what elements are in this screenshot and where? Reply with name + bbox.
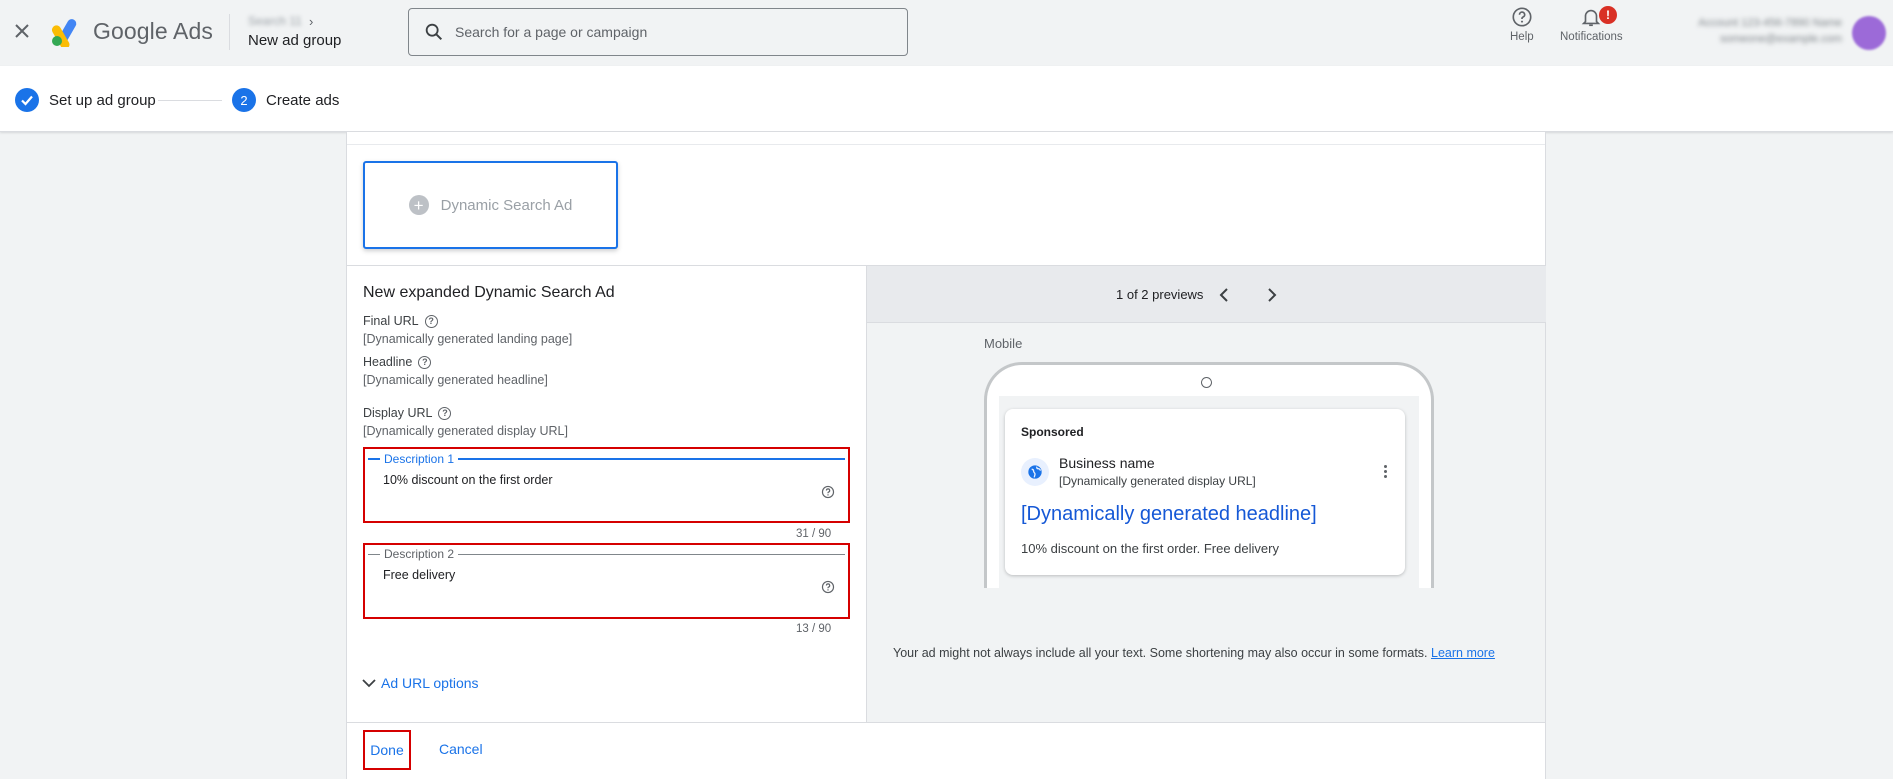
step-label: Create ads (266, 91, 340, 109)
step-create-ads[interactable]: 2 Create ads (232, 88, 339, 112)
display-url-value: [Dynamically generated display URL] (363, 424, 568, 438)
help-icon[interactable]: ? (424, 314, 438, 328)
avatar[interactable] (1852, 16, 1886, 50)
check-icon (15, 88, 39, 112)
help-icon[interactable] (821, 580, 835, 597)
account-breadcrumb[interactable]: Search 11 (248, 14, 302, 28)
stepper: Set up ad group 2 Create ads (0, 66, 1893, 132)
ad-url-options-toggle[interactable]: Ad URL options (361, 675, 479, 691)
ad-description: 10% discount on the first order. Free de… (1021, 541, 1279, 556)
form-title: New expanded Dynamic Search Ad (363, 284, 615, 301)
preview-note: Your ad might not always include all you… (893, 646, 1495, 660)
notifications-button[interactable]: ! Notifications (1560, 6, 1623, 43)
device-label: Mobile (984, 336, 1023, 351)
ad-headline: [Dynamically generated headline] (1021, 503, 1317, 525)
search-bar[interactable] (408, 8, 908, 56)
account-info[interactable]: Account 123-456-7890 Name someone@exampl… (1662, 15, 1842, 47)
preview-header: 1 of 2 previews (867, 266, 1546, 323)
business-name: Business name (1059, 455, 1155, 471)
description-1-outline: Description 1 10% discount on the first … (368, 452, 845, 516)
step-set-up-ad-group[interactable]: Set up ad group (15, 88, 156, 112)
chevron-right-icon[interactable] (1262, 285, 1282, 305)
ad-type-label: Dynamic Search Ad (440, 196, 573, 214)
help-icon[interactable]: ? (418, 355, 432, 369)
step-number: 2 (232, 88, 256, 112)
step-label: Set up ad group (49, 91, 156, 109)
chevron-down-icon (362, 679, 376, 688)
done-highlight: Done (363, 730, 411, 770)
description-2-label: Description 2 (380, 547, 459, 561)
close-icon[interactable] (10, 19, 34, 43)
final-url-label: Final URL? (363, 314, 438, 328)
chevron-right-icon: › (309, 14, 314, 29)
phone-screen: Sponsored Business name [Dynamically gen… (999, 396, 1419, 588)
step-connector (158, 100, 222, 101)
search-icon (425, 23, 443, 41)
more-vert-icon[interactable] (1377, 461, 1393, 481)
help-label: Help (1510, 31, 1534, 43)
help-icon (1512, 7, 1532, 27)
description-2-counter: 13 / 90 (796, 623, 832, 635)
headline-value: [Dynamically generated headline] (363, 373, 548, 387)
description-2-field[interactable]: Description 2 Free delivery (363, 543, 850, 619)
learn-more-link[interactable]: Learn more (1431, 646, 1495, 660)
help-icon[interactable]: ? (438, 406, 452, 420)
done-button[interactable]: Done (370, 742, 403, 758)
ad-preview-panel: 1 of 2 previews Mobile Sponsored Busines… (866, 266, 1546, 722)
preview-count: 1 of 2 previews (1116, 287, 1204, 302)
header-divider (229, 14, 230, 50)
description-1-field[interactable]: Description 1 10% discount on the first … (363, 447, 850, 523)
description-1-label: Description 1 (380, 452, 459, 466)
description-2-outline: Description 2 Free delivery (368, 547, 845, 612)
divider (347, 144, 1545, 145)
divider (347, 722, 1545, 723)
ad-form: New expanded Dynamic Search Ad Final URL… (347, 266, 866, 722)
ad-type-tile-dynamic-search-ad[interactable]: + Dynamic Search Ad (363, 161, 618, 249)
notification-badge: ! (1599, 6, 1617, 24)
help-icon[interactable] (821, 485, 835, 502)
description-2-input[interactable]: Free delivery (383, 568, 455, 582)
display-url-label: Display URL? (363, 406, 452, 420)
ad-display-url: [Dynamically generated display URL] (1059, 474, 1256, 488)
globe-icon (1021, 458, 1049, 486)
help-button[interactable]: Help (1510, 6, 1534, 43)
description-1-counter: 31 / 90 (796, 528, 832, 540)
search-input[interactable] (455, 24, 895, 40)
ad-preview-card: Sponsored Business name [Dynamically gen… (1005, 409, 1405, 575)
page-title: New ad group (248, 32, 342, 49)
chevron-left-icon[interactable] (1214, 285, 1234, 305)
google-ads-logo-icon (50, 17, 82, 50)
final-url-value: [Dynamically generated landing page] (363, 332, 573, 346)
phone-frame: Sponsored Business name [Dynamically gen… (984, 362, 1434, 588)
top-app-bar: Google Ads Search 11 › New ad group Help… (0, 0, 1893, 66)
add-circle-icon: + (408, 195, 429, 215)
brand-name: Google Ads (93, 18, 213, 44)
description-1-input[interactable]: 10% discount on the first order (383, 473, 553, 487)
phone-camera (1201, 377, 1212, 388)
ad-url-options-label: Ad URL options (381, 675, 479, 691)
cancel-button[interactable]: Cancel (439, 741, 483, 757)
sponsored-label: Sponsored (1021, 425, 1084, 439)
ad-editor-card: + Dynamic Search Ad New expanded Dynamic… (346, 132, 1546, 779)
notifications-label: Notifications (1560, 31, 1623, 43)
headline-label: Headline? (363, 355, 432, 369)
